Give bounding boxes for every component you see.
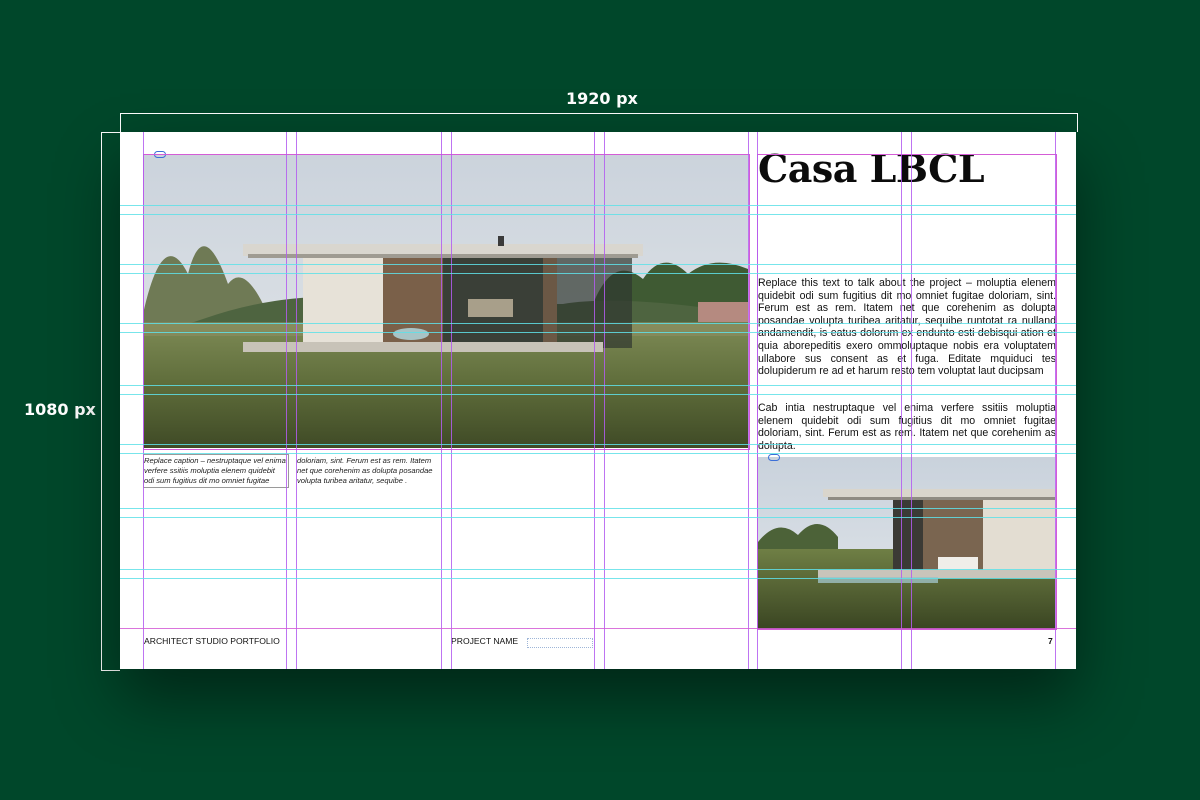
portfolio-spread-page: Casa LBCL Replace this text to talk abou…	[120, 132, 1076, 669]
row-guide	[120, 323, 1076, 324]
column-guide	[901, 132, 902, 669]
row-guide	[120, 214, 1076, 215]
column-guide	[441, 132, 442, 669]
row-guide	[120, 264, 1076, 265]
row-guide	[120, 508, 1076, 509]
row-guide	[120, 385, 1076, 386]
column-guide	[748, 132, 749, 669]
column-guide	[296, 132, 297, 669]
height-dimension-line	[101, 132, 120, 671]
footer-project-frame	[527, 638, 593, 648]
height-dimension-label: 1080 px	[24, 400, 96, 419]
row-guide	[120, 453, 1076, 454]
row-guide	[120, 517, 1076, 518]
column-guide	[757, 132, 758, 669]
column-guide	[1055, 132, 1056, 669]
footer-page-number: 7	[1048, 636, 1053, 646]
footer-project-name: PROJECT NAME	[451, 636, 519, 646]
row-guide	[120, 444, 1076, 445]
column-guide	[451, 132, 452, 669]
row-guide	[120, 205, 1076, 206]
column-guide	[143, 132, 144, 669]
column-guide	[604, 132, 605, 669]
width-dimension-label: 1920 px	[566, 89, 638, 108]
margin-guide-bottom	[120, 628, 1076, 629]
photo-caption-column-2: doloriam, sint. Ferum est as rem. Itatem…	[297, 456, 433, 485]
row-guide	[120, 332, 1076, 333]
width-dimension-line	[120, 113, 1078, 132]
row-guide	[120, 569, 1076, 570]
row-guide	[120, 578, 1076, 579]
row-guide	[120, 273, 1076, 274]
caption-frame-outline	[143, 454, 289, 488]
column-guide	[594, 132, 595, 669]
column-guide	[286, 132, 287, 669]
footer-studio-name: ARCHITECT STUDIO PORTFOLIO	[144, 636, 280, 646]
main-photo-frame	[143, 154, 750, 450]
text-frame-outline	[757, 154, 1057, 630]
column-guide	[911, 132, 912, 669]
row-guide	[120, 394, 1076, 395]
